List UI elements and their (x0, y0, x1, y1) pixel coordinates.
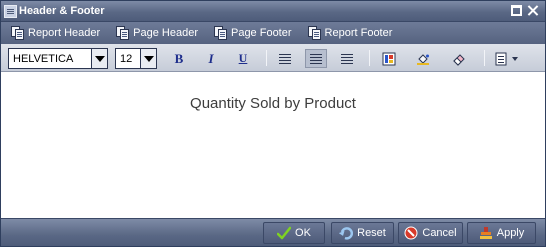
underline-icon: U (238, 51, 248, 65)
fill-color-icon (417, 53, 429, 65)
document-icon (213, 26, 228, 40)
font-family-select[interactable]: HELVETICA (8, 48, 108, 69)
eraser-icon (453, 53, 465, 66)
font-family-value: HELVETICA (13, 52, 74, 65)
toolbar-divider (266, 50, 267, 66)
apply-stamp-icon (479, 227, 492, 239)
format-toolbar: HELVETICA 12 B I U (1, 44, 545, 72)
text-color-icon (382, 52, 396, 65)
page-header-label: Page Header (133, 27, 198, 39)
toolbar-divider (369, 50, 370, 66)
cancel-icon (404, 226, 418, 240)
toolbar-divider (484, 50, 485, 66)
apply-button[interactable]: Apply (467, 222, 536, 244)
font-size-value: 12 (120, 52, 133, 65)
report-footer-button[interactable]: Report Footer (307, 26, 393, 40)
report-header-label: Report Header (28, 27, 101, 39)
reset-label: Reset (357, 227, 386, 239)
align-right-button[interactable] (336, 49, 358, 68)
document-icon (11, 26, 25, 40)
cancel-label: Cancel (422, 227, 457, 239)
italic-button[interactable]: I (200, 49, 222, 68)
font-size-select[interactable]: 12 (115, 48, 157, 69)
title-bar[interactable]: Header & Footer (1, 1, 545, 22)
page-footer-label: Page Footer (230, 27, 292, 39)
reset-button[interactable]: Reset (331, 222, 394, 244)
document-icon (307, 26, 322, 40)
header-footer-editor[interactable]: Quantity Sold by Product (2, 73, 544, 218)
align-right-icon (341, 53, 353, 65)
ok-button[interactable]: OK (263, 222, 325, 244)
bold-icon: B (174, 50, 184, 66)
window-controls (511, 5, 539, 16)
eraser-button[interactable] (448, 49, 470, 68)
text-color-button[interactable] (378, 49, 400, 68)
maximize-icon[interactable] (511, 5, 522, 16)
bold-button[interactable]: B (168, 49, 190, 68)
fill-color-button[interactable] (412, 49, 434, 68)
ok-label: OK (295, 227, 311, 239)
chevron-down-icon[interactable] (91, 49, 107, 68)
align-left-button[interactable] (274, 49, 296, 68)
report-footer-label: Report Footer (324, 27, 393, 39)
underline-button[interactable]: U (232, 49, 254, 68)
report-header-button[interactable]: Report Header (11, 26, 100, 40)
header-footer-dialog: Header & Footer Report Header Page Heade… (0, 0, 546, 247)
dialog-title: Header & Footer (19, 5, 105, 17)
insert-menu-button[interactable] (492, 49, 524, 68)
chevron-down-icon[interactable] (140, 49, 156, 68)
dialog-button-bar: OK Reset Cancel Apply (1, 218, 545, 246)
align-left-icon (279, 53, 291, 65)
align-center-icon (310, 53, 322, 65)
cancel-button[interactable]: Cancel (398, 222, 463, 244)
apply-label: Apply (496, 227, 525, 239)
header-text[interactable]: Quantity Sold by Product (2, 95, 544, 112)
page-header-button[interactable]: Page Header (116, 26, 198, 40)
checkmark-icon (277, 226, 292, 240)
close-icon[interactable] (528, 5, 539, 16)
section-toolbar: Report Header Page Header Page Footer Re… (1, 22, 545, 44)
header-footer-icon (4, 4, 17, 18)
page-footer-button[interactable]: Page Footer (213, 26, 292, 40)
italic-icon: I (208, 50, 214, 66)
align-center-button[interactable] (305, 49, 327, 68)
document-icon (116, 26, 130, 40)
insert-menu-icon (495, 52, 518, 65)
undo-arrow-icon (339, 227, 354, 240)
